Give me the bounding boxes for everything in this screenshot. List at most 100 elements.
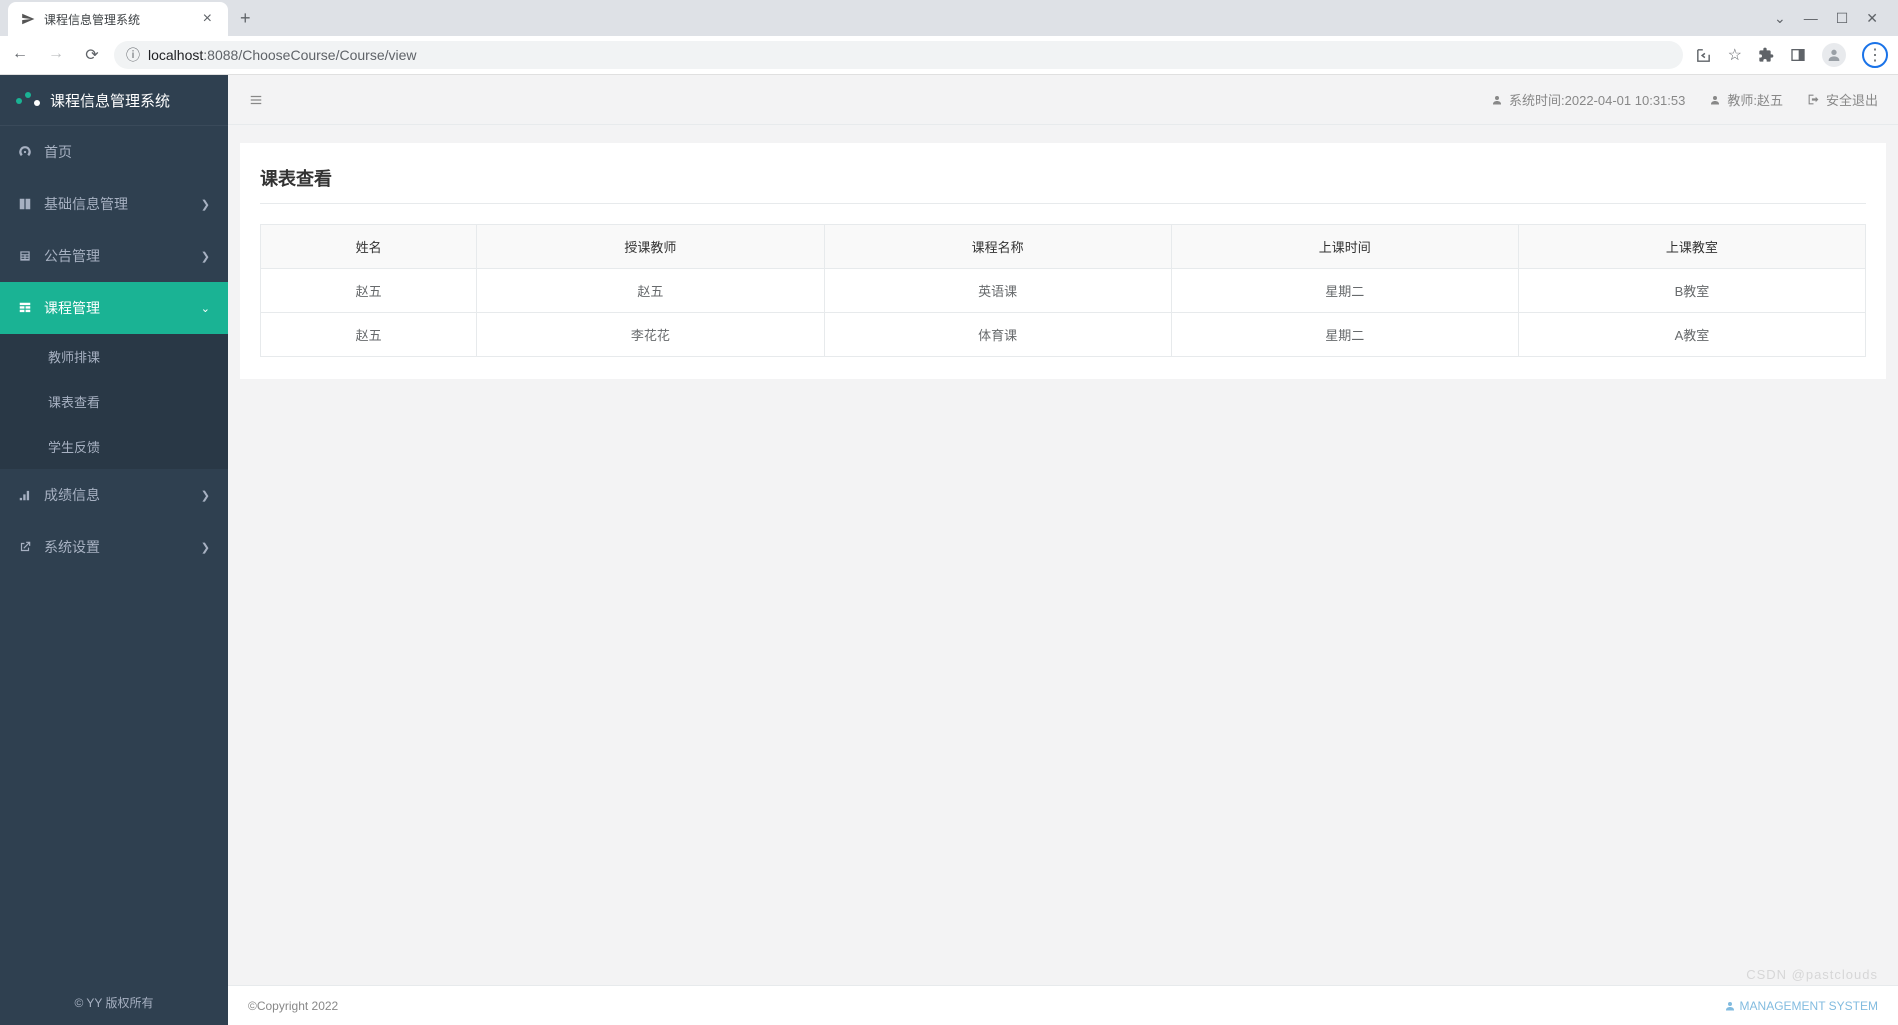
table-row: 赵五 李花花 体育课 星期二 A教室 bbox=[261, 313, 1866, 357]
submenu-item-student-feedback[interactable]: 学生反馈 bbox=[0, 424, 228, 469]
logo-icon bbox=[16, 94, 40, 106]
reload-button[interactable]: ⟳ bbox=[82, 45, 102, 65]
submenu-course: 教师排课 课表查看 学生反馈 bbox=[0, 334, 228, 469]
cell: 赵五 bbox=[477, 269, 824, 313]
dashboard-icon bbox=[18, 145, 34, 159]
sidebar-item-course[interactable]: 课程管理 ⌄ bbox=[0, 282, 228, 334]
extensions-icon[interactable] bbox=[1758, 47, 1774, 63]
url-port: :8088 bbox=[203, 47, 238, 63]
menu-label: 公告管理 bbox=[44, 246, 191, 266]
menu-label: 基础信息管理 bbox=[44, 194, 191, 214]
panel: 课表查看 姓名 授课教师 课程名称 上课时间 上课教室 赵五 bbox=[240, 143, 1886, 379]
window-controls: ⌄ — ☐ ✕ bbox=[1774, 10, 1890, 27]
cell: 李花花 bbox=[477, 313, 824, 357]
external-link-icon bbox=[18, 540, 34, 554]
browser-tab[interactable]: 课程信息管理系统 × bbox=[8, 2, 228, 36]
system-time: 系统时间:2022-04-01 10:31:53 bbox=[1491, 90, 1685, 109]
footer: ©Copyright 2022 MANAGEMENT SYSTEM bbox=[228, 985, 1898, 1025]
sidebar-item-grades[interactable]: 成绩信息 ❯ bbox=[0, 469, 228, 521]
current-user[interactable]: 教师:赵五 bbox=[1709, 90, 1783, 109]
cell: 体育课 bbox=[824, 313, 1171, 357]
system-time-label: 系统时间:2022-04-01 10:31:53 bbox=[1509, 90, 1685, 109]
footer-right-text: MANAGEMENT SYSTEM bbox=[1740, 999, 1878, 1013]
url-box[interactable]: ⓘ localhost:8088/ChooseCourse/Course/vie… bbox=[114, 41, 1683, 69]
cell: 英语课 bbox=[824, 269, 1171, 313]
url-text: localhost:8088/ChooseCourse/Course/view bbox=[148, 47, 417, 63]
chevron-down-icon: ⌄ bbox=[201, 302, 210, 315]
menu-label: 课程管理 bbox=[44, 298, 191, 318]
submenu-item-view-schedule[interactable]: 课表查看 bbox=[0, 379, 228, 424]
table-row: 赵五 赵五 英语课 星期二 B教室 bbox=[261, 269, 1866, 313]
window-close-icon[interactable]: ✕ bbox=[1866, 10, 1878, 27]
sidebar-item-home[interactable]: 首页 bbox=[0, 125, 228, 178]
cell: 星期二 bbox=[1171, 313, 1518, 357]
topbar: 系统时间:2022-04-01 10:31:53 教师:赵五 安全退出 bbox=[228, 75, 1898, 125]
back-button[interactable]: ← bbox=[10, 45, 30, 65]
sidebar: 课程信息管理系统 首页 基础信息管理 ❯ 公告管理 ❯ bbox=[0, 75, 228, 1025]
sidebar-item-basic-info[interactable]: 基础信息管理 ❯ bbox=[0, 178, 228, 230]
browser-menu-icon[interactable]: ⋮ bbox=[1862, 42, 1888, 68]
cell: A教室 bbox=[1518, 313, 1865, 357]
th-room: 上课教室 bbox=[1518, 225, 1865, 269]
th-name: 姓名 bbox=[261, 225, 477, 269]
table-header-row: 姓名 授课教师 课程名称 上课时间 上课教室 bbox=[261, 225, 1866, 269]
chevron-right-icon: ❯ bbox=[201, 198, 210, 211]
submenu-item-teacher-schedule[interactable]: 教师排课 bbox=[0, 334, 228, 379]
bookmark-icon[interactable]: ☆ bbox=[1728, 45, 1742, 65]
window-maximize-icon[interactable]: ☐ bbox=[1836, 10, 1849, 27]
address-bar: ← → ⟳ ⓘ localhost:8088/ChooseCourse/Cour… bbox=[0, 36, 1898, 74]
footer-left: ©Copyright 2022 bbox=[248, 999, 338, 1013]
cell: 星期二 bbox=[1171, 269, 1518, 313]
cell: 赵五 bbox=[261, 269, 477, 313]
logout-button[interactable]: 安全退出 bbox=[1807, 90, 1878, 109]
side-panel-icon[interactable] bbox=[1790, 47, 1806, 63]
window-minimize-icon[interactable]: — bbox=[1804, 10, 1818, 26]
sidebar-menu: 首页 基础信息管理 ❯ 公告管理 ❯ 课程管理 bbox=[0, 125, 228, 980]
logo[interactable]: 课程信息管理系统 bbox=[0, 75, 228, 125]
user-icon bbox=[1724, 1000, 1736, 1012]
th-time: 上课时间 bbox=[1171, 225, 1518, 269]
toolbar-icons: ☆ ⋮ bbox=[1695, 42, 1888, 68]
sidebar-footer: © YY 版权所有 bbox=[0, 980, 228, 1025]
tab-close-icon[interactable]: × bbox=[199, 10, 216, 28]
browser-chrome: 课程信息管理系统 × + ⌄ — ☐ ✕ ← → ⟳ ⓘ localhost:8… bbox=[0, 0, 1898, 75]
chart-bar-icon bbox=[18, 488, 34, 502]
hamburger-icon[interactable] bbox=[248, 93, 264, 107]
watermark: CSDN @pastclouds bbox=[1746, 967, 1878, 982]
url-path: /ChooseCourse/Course/view bbox=[238, 47, 416, 63]
chevron-right-icon: ❯ bbox=[201, 250, 210, 263]
footer-right: MANAGEMENT SYSTEM bbox=[1724, 999, 1878, 1013]
logout-icon bbox=[1807, 93, 1820, 106]
cell: B教室 bbox=[1518, 269, 1865, 313]
share-icon[interactable] bbox=[1695, 47, 1712, 64]
user-icon bbox=[1709, 94, 1721, 106]
table-icon bbox=[18, 301, 34, 315]
app-root: 课程信息管理系统 首页 基础信息管理 ❯ 公告管理 ❯ bbox=[0, 75, 1898, 1025]
menu-label: 成绩信息 bbox=[44, 485, 191, 505]
topbar-right: 系统时间:2022-04-01 10:31:53 教师:赵五 安全退出 bbox=[1491, 90, 1878, 109]
new-tab-button[interactable]: + bbox=[228, 8, 263, 29]
page-title: 课表查看 bbox=[260, 165, 1866, 204]
tab-favicon-icon bbox=[20, 11, 36, 27]
forward-button[interactable]: → bbox=[46, 45, 66, 65]
url-host: localhost bbox=[148, 47, 203, 63]
chevron-right-icon: ❯ bbox=[201, 489, 210, 502]
main: 系统时间:2022-04-01 10:31:53 教师:赵五 安全退出 bbox=[228, 75, 1898, 1025]
tabs-dropdown-icon[interactable]: ⌄ bbox=[1774, 10, 1786, 27]
sidebar-item-settings[interactable]: 系统设置 ❯ bbox=[0, 521, 228, 573]
columns-icon bbox=[18, 197, 34, 211]
site-info-icon[interactable]: ⓘ bbox=[126, 45, 140, 65]
cell: 赵五 bbox=[261, 313, 477, 357]
logout-label: 安全退出 bbox=[1826, 90, 1878, 109]
chevron-right-icon: ❯ bbox=[201, 541, 210, 554]
menu-label: 首页 bbox=[44, 142, 210, 162]
tab-title: 课程信息管理系统 bbox=[44, 11, 191, 28]
profile-icon[interactable] bbox=[1822, 43, 1846, 67]
menu-label: 系统设置 bbox=[44, 537, 191, 557]
sidebar-item-announcement[interactable]: 公告管理 ❯ bbox=[0, 230, 228, 282]
logo-text: 课程信息管理系统 bbox=[50, 90, 170, 111]
user-label: 教师:赵五 bbox=[1727, 90, 1783, 109]
nav-buttons: ← → ⟳ bbox=[10, 45, 102, 65]
th-course: 课程名称 bbox=[824, 225, 1171, 269]
th-teacher: 授课教师 bbox=[477, 225, 824, 269]
